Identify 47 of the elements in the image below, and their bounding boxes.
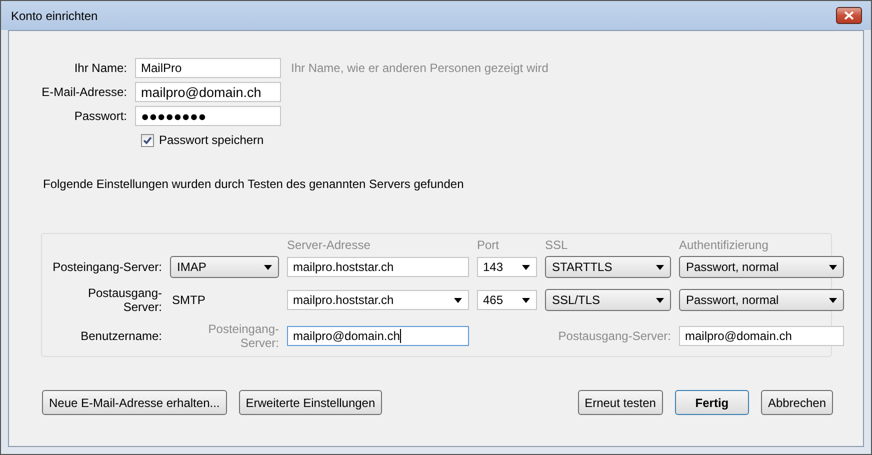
column-header: SSL [545,238,569,252]
username-field[interactable]: mailpro@domain.ch [287,326,469,346]
row-label: Benutzername: [80,329,162,343]
protocol-text: SMTP [171,293,206,307]
field-label: Passwort: [73,109,127,123]
column-header: Server-Adresse [287,238,372,252]
dropdown-arrow-icon [522,264,530,270]
ssl-dropdown[interactable]: SSL/TLS [545,289,671,311]
dropdown-arrow-icon [522,298,530,302]
server-combo-field[interactable]: mailpro.hoststar.ch [287,290,469,310]
protocol-dropdown[interactable]: IMAP [170,256,279,278]
status-message: Folgende Einstellungen wurden durch Testen des genannten Servers gefunden [43,177,465,191]
dropdown-arrow-icon [829,298,837,302]
auth-dropdown[interactable]: Passwort, normal [679,256,844,278]
dialog-button[interactable]: Abbrechen [760,390,833,415]
window-title: Konto einrichten [11,8,98,22]
input-field[interactable]: mailpro@domain.ch [135,82,281,102]
column-header: Authentifizierung [679,238,770,252]
row-label: Posteingang-Server: [52,260,162,274]
close-button[interactable] [836,7,862,24]
dropdown-arrow-icon [264,264,272,270]
dialog-button[interactable]: Erweiterte Einstellungen [238,390,382,415]
input-field[interactable]: ●●●●●●●● [135,106,281,126]
field-label: Ihr Name: [73,61,127,75]
input-field[interactable]: MailPro [135,58,281,78]
username-field[interactable]: mailpro@domain.ch [679,326,844,346]
ssl-dropdown[interactable]: STARTTLS [545,256,671,278]
row-label: Postausgang-Server: [86,286,162,314]
checkbox[interactable] [141,134,154,146]
dialog-button[interactable]: Erneut testen [578,390,663,415]
field-label: Posteingang-Server: [207,322,279,350]
checkbox-label[interactable]: Passwort speichern [159,133,264,147]
server-field[interactable]: mailpro.hoststar.ch [287,257,469,277]
dropdown-arrow-icon [454,298,462,302]
close-icon [844,11,854,20]
auth-dropdown[interactable]: Passwort, normal [679,289,844,311]
dialog-button[interactable]: Neue E-Mail-Adresse erhalten... [42,390,227,415]
column-header: Port [477,238,500,252]
dropdown-arrow-icon [829,264,837,270]
dialog-button[interactable]: Fertig [674,390,749,415]
port-combo-field[interactable]: 143 [477,257,537,277]
field-label: Postausgang-Server: [557,329,671,343]
port-combo-field[interactable]: 465 [477,290,537,310]
field-label: E-Mail-Adresse: [40,85,127,99]
dropdown-arrow-icon [656,298,664,302]
field-hint: Ihr Name, wie er anderen Personen gezeigt wird [291,61,548,75]
dropdown-arrow-icon [656,264,664,270]
